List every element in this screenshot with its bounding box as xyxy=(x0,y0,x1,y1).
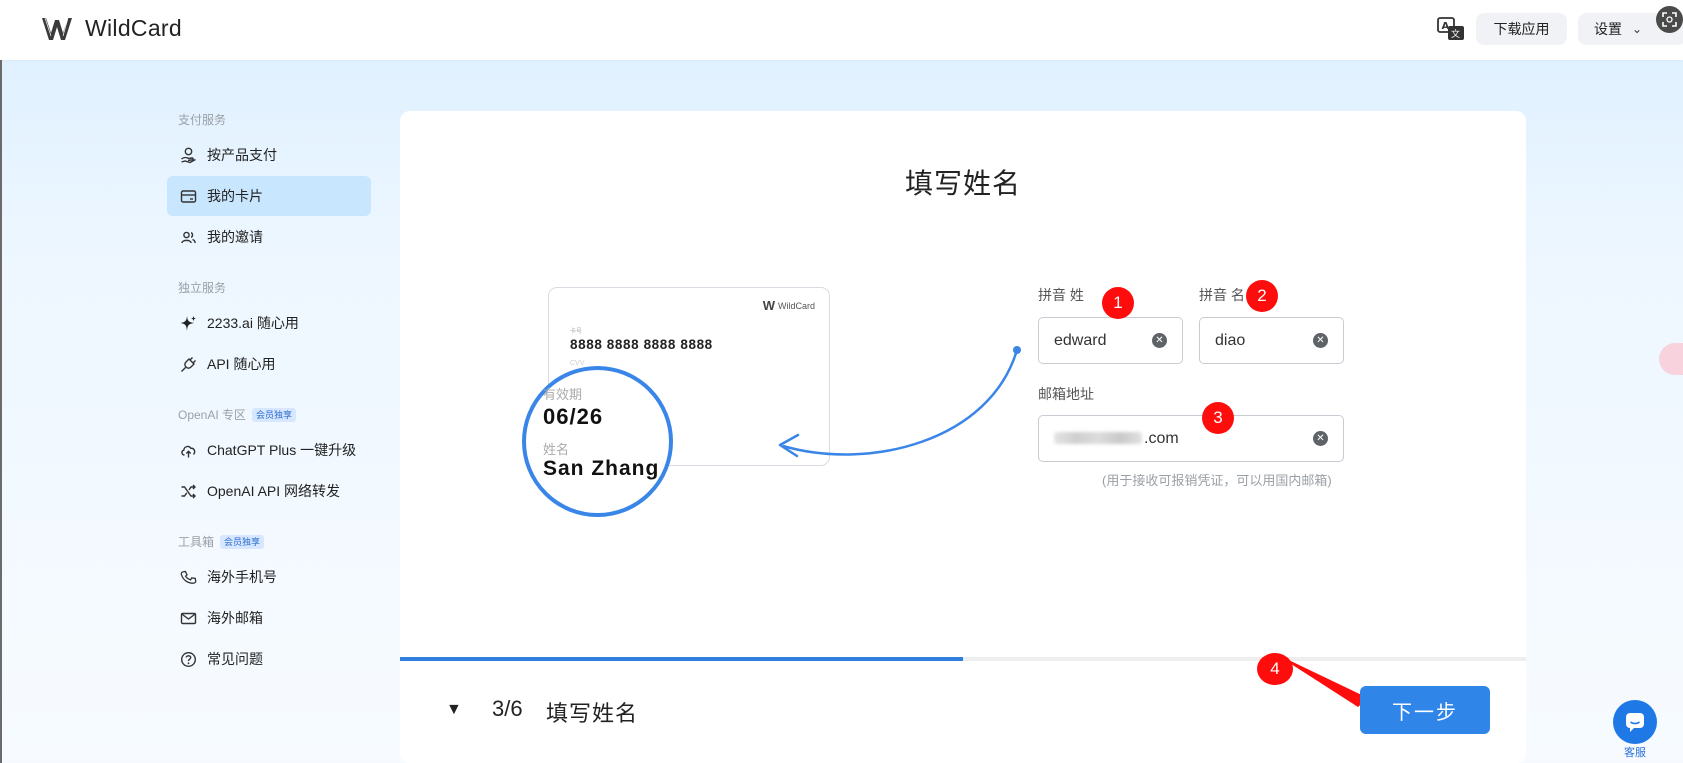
next-step-button[interactable]: 下一步 xyxy=(1360,686,1490,734)
users-icon xyxy=(179,228,197,246)
support-label: 客服 xyxy=(1624,747,1646,759)
sidebar-item-label: 我的卡片 xyxy=(207,188,263,204)
expiry-label: 有效期 xyxy=(543,387,583,402)
clear-icon[interactable]: ✕ xyxy=(1313,333,1328,348)
main-card: 填写姓名 W WildCard 卡号 8888 8888 8888 8888 C… xyxy=(400,111,1526,763)
section-title-toolbox: 工具箱 会员独享 xyxy=(178,533,265,550)
plug-icon xyxy=(179,355,197,373)
clear-icon[interactable]: ✕ xyxy=(1313,431,1328,446)
name-label: 姓名 xyxy=(543,442,570,457)
shuffle-icon xyxy=(179,482,197,500)
sidebar-item-label: 2233.ai 随心用 xyxy=(207,315,299,331)
progress-fill xyxy=(400,657,963,661)
translate-icon[interactable]: A 文 xyxy=(1436,16,1466,42)
sidebar-item-label: 我的邀请 xyxy=(207,229,263,245)
sidebar-item-overseas-mail[interactable]: 海外邮箱 xyxy=(167,598,371,638)
card-cvv-label: CVV xyxy=(570,360,585,367)
sidebar-item-faq[interactable]: 常见问题 xyxy=(167,639,371,679)
cardholder-name: San Zhang xyxy=(543,457,660,480)
sidebar-item-label: 海外邮箱 xyxy=(207,610,263,626)
sidebar-item-label: 按产品支付 xyxy=(207,147,277,163)
window-edge xyxy=(0,0,2,763)
customer-support-button[interactable] xyxy=(1613,700,1657,744)
email-suffix: .com xyxy=(1144,429,1179,447)
collapse-caret-icon[interactable]: ▼ xyxy=(446,701,462,719)
surname-input[interactable]: edward ✕ xyxy=(1038,317,1183,364)
sidebar-item-2233ai[interactable]: 2233.ai 随心用 xyxy=(167,303,371,343)
chat-bubble-icon xyxy=(1626,713,1644,732)
card-brand: W WildCard xyxy=(762,298,815,313)
mail-icon xyxy=(179,609,197,627)
wildcard-logo-icon xyxy=(42,17,72,40)
annotation-marker-4-bg: 4 xyxy=(1255,651,1295,687)
annotation-marker-3: 3 xyxy=(1202,402,1234,434)
section-title-payment: 支付服务 xyxy=(178,113,227,127)
section-title-standalone: 独立服务 xyxy=(178,281,227,295)
sidebar-item-my-cards[interactable]: 我的卡片 xyxy=(167,176,371,216)
given-name-label: 拼音 名 xyxy=(1199,287,1245,303)
email-hint: (用于接收可报销凭证，可以用国内邮箱) xyxy=(1102,473,1332,488)
members-only-badge: 会员独享 xyxy=(220,534,265,549)
side-feedback-tab[interactable] xyxy=(1659,343,1683,375)
given-name-input[interactable]: diao ✕ xyxy=(1199,317,1344,364)
annotation-marker-1: 1 xyxy=(1102,287,1134,319)
pointer-arrow xyxy=(778,346,1021,458)
top-header: WildCard A 文 下载应用 设置 ⌄ xyxy=(0,0,1683,60)
page-title: 填写姓名 xyxy=(904,168,1021,199)
surname-value: edward xyxy=(1054,331,1107,349)
given-name-value: diao xyxy=(1215,331,1246,349)
annotation-marker-2: 2 xyxy=(1246,280,1278,312)
brand-name: WildCard xyxy=(85,15,182,41)
sidebar-item-openai-api-forward[interactable]: OpenAI API 网络转发 xyxy=(167,471,371,511)
step-indicator: 3/6 xyxy=(492,696,523,721)
cloud-upload-icon xyxy=(179,441,197,459)
step-title: 填写姓名 xyxy=(546,701,639,726)
question-icon xyxy=(179,650,197,668)
email-input[interactable]: .com ✕ xyxy=(1038,415,1344,462)
email-label: 邮箱地址 xyxy=(1038,386,1094,402)
card-icon xyxy=(179,187,197,205)
settings-label: 设置 xyxy=(1594,21,1622,37)
sidebar-item-pay-by-product[interactable]: 按产品支付 xyxy=(167,135,371,175)
sidebar-item-label: ChatGPT Plus 一键升级 xyxy=(207,442,357,458)
coin-hand-icon xyxy=(179,146,197,164)
sidebar-item-api[interactable]: API 随心用 xyxy=(167,344,371,384)
sidebar-item-overseas-phone[interactable]: 海外手机号 xyxy=(167,557,371,597)
wildcard-logo-icon: W xyxy=(762,298,775,313)
svg-text:文: 文 xyxy=(1451,28,1460,40)
members-only-badge: 会员独享 xyxy=(252,407,297,422)
sidebar-item-chatgpt-plus[interactable]: ChatGPT Plus 一键升级 xyxy=(167,430,371,470)
card-number-label: 卡号 xyxy=(570,329,583,335)
surname-label: 拼音 姓 xyxy=(1038,287,1084,303)
screenshot-scan-icon[interactable] xyxy=(1656,6,1683,33)
phone-icon xyxy=(179,568,197,586)
clear-icon[interactable]: ✕ xyxy=(1152,333,1167,348)
sidebar-item-my-invites[interactable]: 我的邀请 xyxy=(167,217,371,257)
sidebar-item-label: 常见问题 xyxy=(207,651,263,667)
section-title-openai: OpenAI 专区 会员独享 xyxy=(178,406,297,423)
sidebar-item-label: OpenAI API 网络转发 xyxy=(207,483,341,499)
sidebar-item-label: API 随心用 xyxy=(207,356,276,372)
annotation-marker-4: 4 xyxy=(1270,659,1280,678)
sidebar-item-label: 海外手机号 xyxy=(207,569,277,585)
download-app-button[interactable]: 下载应用 xyxy=(1476,13,1567,45)
sparkle-icon xyxy=(179,314,197,332)
expiry-value: 06/26 xyxy=(543,404,604,429)
chevron-down-icon: ⌄ xyxy=(1632,22,1643,36)
redacted-email xyxy=(1054,432,1142,445)
